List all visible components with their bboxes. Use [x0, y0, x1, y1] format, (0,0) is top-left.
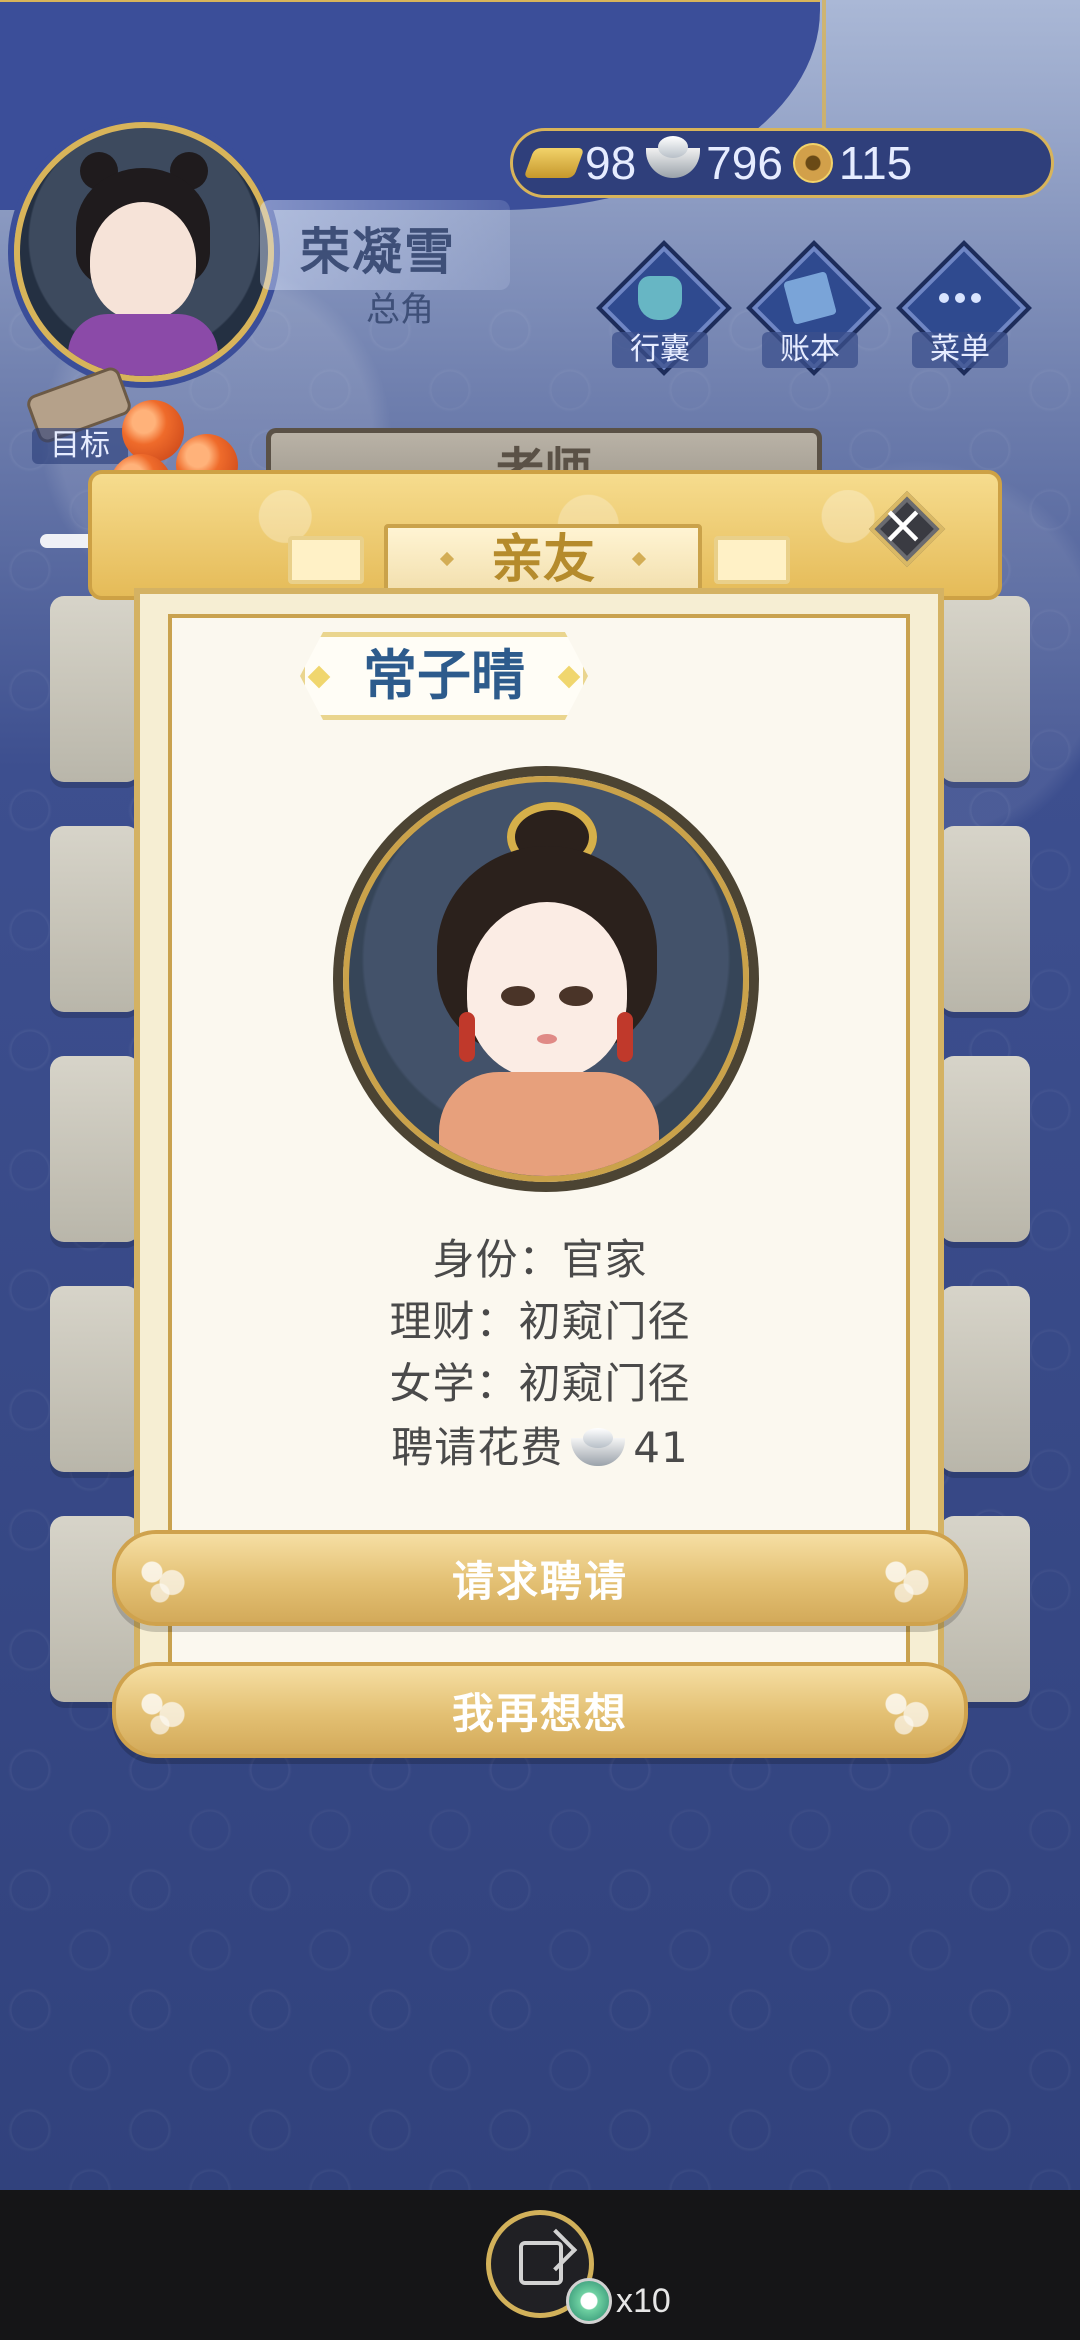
player-title: 总角 — [366, 290, 434, 330]
portrait-earring — [617, 1012, 633, 1062]
title-dot-left — [439, 551, 455, 567]
close-icon: × — [880, 493, 926, 556]
bag-button[interactable]: 行囊 — [596, 240, 732, 376]
request-hire-button[interactable]: 请求聘请 — [112, 1530, 968, 1626]
tag-diamond-right — [557, 665, 581, 689]
jade-icon — [566, 2278, 612, 2324]
character-portrait — [343, 776, 749, 1182]
player-avatar[interactable] — [14, 122, 274, 382]
identity-line: 身份：官家 — [300, 1226, 780, 1287]
bag-label: 行囊 — [612, 332, 708, 368]
think-again-button[interactable]: 我再想想 — [112, 1662, 968, 1758]
currency-copper: 115 — [792, 137, 913, 189]
portrait-eye — [501, 986, 535, 1006]
finance-line: 理财：初窥门径 — [300, 1288, 780, 1349]
identity-label: 身份 — [432, 1235, 519, 1284]
identity-value: 官家 — [561, 1235, 648, 1284]
dialog-side-plate — [288, 536, 364, 584]
cost-value: 41 — [633, 1423, 689, 1472]
portrait-mouth — [537, 1034, 557, 1044]
finance-label: 理财 — [389, 1297, 476, 1346]
menu-label: 菜单 — [912, 332, 1008, 368]
gold-value: 98 — [585, 137, 637, 189]
portrait-robe — [439, 1072, 659, 1176]
cost-line: 聘请花费 41 — [300, 1414, 780, 1475]
silver-ingot-icon — [571, 1428, 626, 1466]
finance-separator: ： — [475, 1297, 519, 1346]
title-dot-right — [631, 551, 647, 567]
education-value: 初窥门径 — [518, 1359, 691, 1408]
dot — [955, 293, 965, 303]
portrait-eye — [559, 986, 593, 1006]
dialog-title: 亲友 — [384, 524, 702, 596]
avatar-face — [90, 202, 196, 320]
ledger-label: 账本 — [762, 332, 858, 368]
tag-diamond-left — [307, 665, 331, 689]
copper-value: 115 — [838, 137, 913, 189]
identity-separator: ： — [518, 1235, 562, 1284]
dialog-title-text: 亲友 — [490, 530, 595, 590]
gold-bar-icon — [523, 148, 585, 178]
share-icon — [519, 2241, 563, 2285]
dot — [971, 293, 981, 303]
currency-bar: 98 796 115 — [510, 128, 1054, 198]
silver-value: 796 — [706, 137, 783, 189]
close-button[interactable]: × — [868, 490, 946, 568]
finance-value: 初窥门径 — [518, 1297, 691, 1346]
education-separator: ： — [475, 1359, 519, 1408]
copper-coin-icon — [792, 143, 833, 183]
character-name-tag: 常子晴 — [300, 632, 588, 720]
fruit — [122, 400, 184, 462]
dot — [939, 293, 949, 303]
avatar-collar — [68, 314, 218, 376]
education-label: 女学 — [389, 1359, 476, 1408]
player-name: 荣凝雪 — [300, 223, 456, 281]
education-line: 女学：初窥门径 — [300, 1350, 780, 1411]
character-name: 常子晴 — [363, 644, 525, 707]
jade-count: x10 — [616, 2282, 671, 2320]
cost-label: 聘请花费 — [391, 1423, 564, 1472]
currency-silver: 796 — [646, 136, 783, 189]
currency-gold: 98 — [523, 137, 637, 189]
portrait-face — [467, 902, 627, 1078]
dialog-side-plate — [714, 536, 790, 584]
more-dots-icon — [938, 276, 982, 320]
menu-button[interactable]: 菜单 — [896, 240, 1032, 376]
ledger-button[interactable]: 账本 — [746, 240, 882, 376]
portrait-earring — [459, 1012, 475, 1062]
silver-ingot-icon — [646, 136, 701, 178]
bag-icon — [638, 276, 682, 320]
